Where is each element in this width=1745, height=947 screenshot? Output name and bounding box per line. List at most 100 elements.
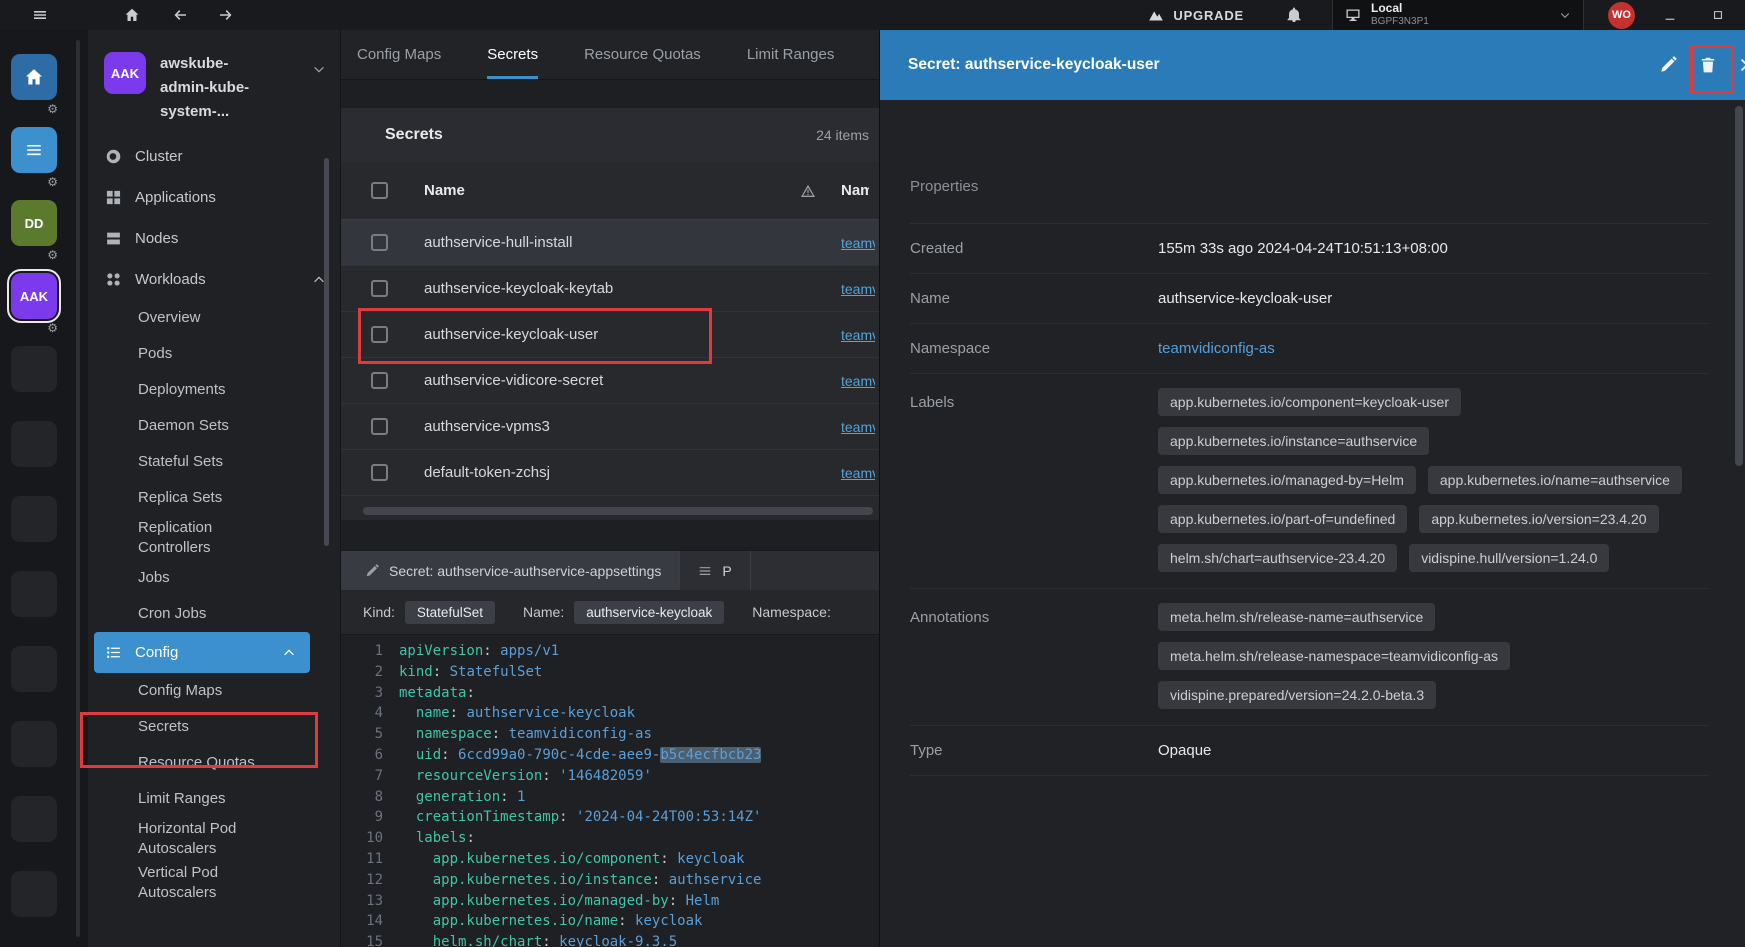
row-checkbox[interactable] <box>371 464 388 481</box>
namespace-link[interactable]: teamvidiconfig-as <box>1158 340 1709 357</box>
tab-config-maps[interactable]: Config Maps <box>357 30 441 79</box>
app-window: UPGRADE Local BGPF3N3P1 WO ⚙ <box>0 0 1745 947</box>
home-icon[interactable] <box>124 7 140 23</box>
editor-line: 15 helm.sh/chart: keycloak-9.3.5 <box>341 932 879 947</box>
table-row-authservice-vpms3[interactable]: authservice-vpms3teamvidiconfig-as <box>341 404 879 450</box>
close-icon[interactable] <box>1739 57 1745 73</box>
rail-tile-aak[interactable]: AAK <box>11 273 57 319</box>
table-row-default-token-zchsj[interactable]: default-token-zchsjteamvidiconfig-as <box>341 450 879 496</box>
settings-gear-icon[interactable]: ⚙ <box>11 102 59 116</box>
horizontal-scrollbar[interactable] <box>363 506 873 516</box>
dock-tab-second[interactable]: P <box>680 551 750 590</box>
table-row-authservice-vidicore-secret[interactable]: authservice-vidicore-secretteamvidiconfi… <box>341 358 879 404</box>
yaml-value: authservice-keycloak <box>466 705 635 721</box>
tab-resource-quotas[interactable]: Resource Quotas <box>584 30 701 79</box>
applications-icon <box>104 189 122 206</box>
sidebar-item-replica-sets[interactable]: Replica Sets <box>88 480 340 516</box>
editor-line: 13 app.kubernetes.io/managed-by: Helm <box>341 891 879 912</box>
minimize-button[interactable] <box>1663 8 1677 22</box>
namespace-cell: teamvidiconfig-as <box>829 373 879 389</box>
column-header-warnings[interactable] <box>787 183 829 199</box>
forward-icon[interactable] <box>218 7 234 23</box>
namespace-link[interactable]: teamvidiconfig-as <box>841 419 875 435</box>
namespace-link[interactable]: teamvidiconfig-as <box>841 281 875 297</box>
sidebar-item-daemon-sets[interactable]: Daemon Sets <box>88 408 340 444</box>
sidebar-item-pods[interactable]: Pods <box>88 336 340 372</box>
sidebar-item-nodes[interactable]: Nodes <box>88 218 340 259</box>
row-checkbox[interactable] <box>371 372 388 389</box>
yaml-value: keycloak <box>635 913 702 929</box>
yaml-key: metadata <box>399 685 466 701</box>
row-checkbox[interactable] <box>371 418 388 435</box>
editor-code: generation: 1 <box>399 787 525 808</box>
sidebar-item-overview[interactable]: Overview <box>88 300 340 336</box>
back-icon[interactable] <box>172 7 188 23</box>
column-header-namespace[interactable]: Namespace <box>829 182 869 199</box>
dock-tab-edit-secret[interactable]: Secret: authservice-authservice-appsetti… <box>341 551 680 590</box>
annotation-badge: meta.helm.sh/release-name=authservice <box>1158 603 1435 631</box>
sidebar-item-replication-controllers[interactable]: Replication Controllers <box>88 516 340 560</box>
sidebar-item-deployments[interactable]: Deployments <box>88 372 340 408</box>
settings-gear-icon[interactable]: ⚙ <box>11 175 59 189</box>
table-row-authservice-keycloak-keytab[interactable]: authservice-keycloak-keytabteamvidiconfi… <box>341 266 879 312</box>
sidebar-item-cluster[interactable]: Cluster <box>88 136 340 177</box>
annotation-badge: meta.helm.sh/release-namespace=teamvidic… <box>1158 642 1510 670</box>
tab-secrets[interactable]: Secrets <box>487 30 538 79</box>
namespace-link[interactable]: teamvidiconfig-as <box>841 327 875 343</box>
upgrade-button[interactable]: UPGRADE <box>1148 7 1244 23</box>
line-number: 1 <box>341 641 399 662</box>
drawer-header: Secret: authservice-keycloak-user <box>880 30 1745 100</box>
notifications-bell-icon[interactable] <box>1286 7 1302 23</box>
yaml-value: 1 <box>517 789 525 805</box>
drawer-scrollbar[interactable] <box>1735 106 1743 466</box>
rail-scrollbar[interactable] <box>76 40 80 937</box>
row-checkbox[interactable] <box>371 234 388 251</box>
rail-tile-dd[interactable]: DD <box>11 200 57 246</box>
sidebar-item-config[interactable]: Config <box>94 632 310 673</box>
sidebar-item-horizontal-pod-autoscalers[interactable]: Horizontal Pod Autoscalers <box>88 817 340 861</box>
row-checkbox[interactable] <box>371 280 388 297</box>
settings-gear-icon[interactable]: ⚙ <box>11 321 59 335</box>
sidebar-item-vertical-pod-autoscalers[interactable]: Vertical Pod Autoscalers <box>88 861 340 905</box>
sidebar-item-config-maps[interactable]: Config Maps <box>88 673 340 709</box>
yaml-colon: : <box>559 809 567 825</box>
maximize-button[interactable] <box>1711 8 1725 22</box>
cluster-switcher[interactable]: AAK awskube-admin-kube-system-... <box>88 30 340 136</box>
select-all-checkbox[interactable] <box>371 182 388 199</box>
yaml-editor[interactable]: 1apiVersion: apps/v12kind: StatefulSet3m… <box>341 635 879 947</box>
sidebar-item-jobs[interactable]: Jobs <box>88 560 340 596</box>
yaml-key: app.kubernetes.io/instance <box>433 872 652 888</box>
sidebar-item-workloads[interactable]: Workloads <box>88 259 340 300</box>
sidebar-item-stateful-sets[interactable]: Stateful Sets <box>88 444 340 480</box>
column-header-name[interactable]: Name <box>424 182 787 199</box>
delete-trash-icon[interactable] <box>1699 56 1717 74</box>
sidebar-item-resource-quotas[interactable]: Resource Quotas <box>88 745 340 781</box>
editor-line: 3metadata: <box>341 683 879 704</box>
table-row-authservice-keycloak-user[interactable]: authservice-keycloak-userteamvidiconfig-… <box>341 312 879 358</box>
table-row-authservice-hull-install[interactable]: authservice-hull-installteamvidiconfig-a… <box>341 220 879 266</box>
editor-line: 12 app.kubernetes.io/instance: authservi… <box>341 870 879 891</box>
user-avatar[interactable]: WO <box>1608 2 1635 29</box>
namespace-link[interactable]: teamvidiconfig-as <box>841 465 875 481</box>
rail-tile-home[interactable] <box>11 54 57 100</box>
rail-tile-aak-wrap: AAK ⚙ <box>11 273 59 335</box>
sidebar-scrollbar[interactable] <box>324 158 329 546</box>
rail-tile-catalog[interactable] <box>11 127 57 173</box>
sidebar-item-secrets[interactable]: Secrets <box>88 709 340 745</box>
sidebar-item-cron-jobs[interactable]: Cron Jobs <box>88 596 340 632</box>
sidebar-item-limit-ranges[interactable]: Limit Ranges <box>88 781 340 817</box>
yaml-value: apps/v1 <box>500 643 559 659</box>
sidebar-item-label: Overview <box>138 308 201 328</box>
namespace-link[interactable]: teamvidiconfig-as <box>841 373 875 389</box>
label-badge: app.kubernetes.io/component=keycloak-use… <box>1158 388 1461 416</box>
namespace-link[interactable]: teamvidiconfig-as <box>841 235 875 251</box>
line-number: 5 <box>341 724 399 745</box>
edit-pencil-icon[interactable] <box>1659 56 1677 74</box>
row-checkbox[interactable] <box>371 326 388 343</box>
editor-code: resourceVersion: '146482059' <box>399 766 652 787</box>
menu-icon[interactable] <box>32 7 48 23</box>
cluster-select[interactable]: Local BGPF3N3P1 <box>1332 0 1584 30</box>
sidebar-item-applications[interactable]: Applications <box>88 177 340 218</box>
tab-limit-ranges[interactable]: Limit Ranges <box>747 30 835 79</box>
settings-gear-icon[interactable]: ⚙ <box>11 248 59 262</box>
